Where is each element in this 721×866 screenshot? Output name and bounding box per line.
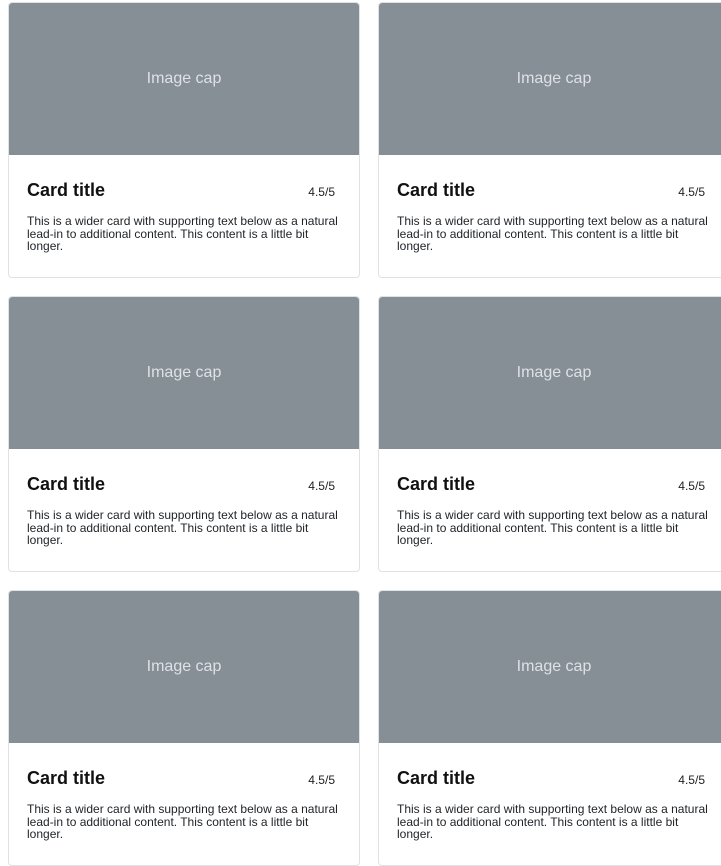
card-title: Card title <box>27 768 106 788</box>
image-cap-label: Image cap <box>516 658 592 675</box>
card-rating: 4.5/5 <box>308 773 335 787</box>
card-body: Card title 4.5/5 This is a wider card wi… <box>379 449 721 547</box>
card-rating: 4.5/5 <box>678 773 705 787</box>
card-text: This is a wider card with supporting tex… <box>397 214 708 253</box>
image-cap-label: Image cap <box>516 70 592 87</box>
card-body: Card title 4.5/5 This is a wider card wi… <box>379 155 721 253</box>
card-body: Card title 4.5/5 This is a wider card wi… <box>9 449 359 547</box>
card-body: Card title 4.5/5 This is a wider card wi… <box>9 743 359 841</box>
card: Image cap Card title 4.5/5 This is a wid… <box>378 2 721 278</box>
card-header: Card title 4.5/5 <box>397 473 711 495</box>
card-body: Card title 4.5/5 This is a wider card wi… <box>9 155 359 253</box>
card-image-cap: Image cap <box>9 3 359 155</box>
card-image-cap: Image cap <box>9 297 359 449</box>
card-rating: 4.5/5 <box>678 185 705 199</box>
card: Image cap Card title 4.5/5 This is a wid… <box>378 590 721 866</box>
card-image-cap: Image cap <box>379 3 721 155</box>
card-rating: 4.5/5 <box>308 479 335 493</box>
card-title: Card title <box>27 180 106 200</box>
card-image-cap: Image cap <box>9 591 359 743</box>
card: Image cap Card title 4.5/5 This is a wid… <box>8 296 360 572</box>
image-cap-label: Image cap <box>516 364 592 381</box>
card-title: Card title <box>27 474 106 494</box>
card-image-cap: Image cap <box>379 297 721 449</box>
card-text: This is a wider card with supporting tex… <box>27 802 338 841</box>
image-cap-label: Image cap <box>146 364 222 381</box>
image-cap-label: Image cap <box>146 70 222 87</box>
card-title: Card title <box>397 180 476 200</box>
card-title: Card title <box>397 474 476 494</box>
card-image-cap: Image cap <box>379 591 721 743</box>
card-grid: Image cap Card title 4.5/5 This is a wid… <box>8 2 721 866</box>
card-text: This is a wider card with supporting tex… <box>397 508 708 547</box>
card-header: Card title 4.5/5 <box>27 767 341 789</box>
card: Image cap Card title 4.5/5 This is a wid… <box>8 2 360 278</box>
card-header: Card title 4.5/5 <box>27 473 341 495</box>
card: Image cap Card title 4.5/5 This is a wid… <box>378 296 721 572</box>
card-text: This is a wider card with supporting tex… <box>27 508 338 547</box>
image-cap-label: Image cap <box>146 658 222 675</box>
card-header: Card title 4.5/5 <box>397 767 711 789</box>
card-rating: 4.5/5 <box>678 479 705 493</box>
card-text: This is a wider card with supporting tex… <box>397 802 708 841</box>
card-text: This is a wider card with supporting tex… <box>27 214 338 253</box>
card-header: Card title 4.5/5 <box>27 179 341 201</box>
card-rating: 4.5/5 <box>308 185 335 199</box>
card-header: Card title 4.5/5 <box>397 179 711 201</box>
card-title: Card title <box>397 768 476 788</box>
card-body: Card title 4.5/5 This is a wider card wi… <box>379 743 721 841</box>
card: Image cap Card title 4.5/5 This is a wid… <box>8 590 360 866</box>
